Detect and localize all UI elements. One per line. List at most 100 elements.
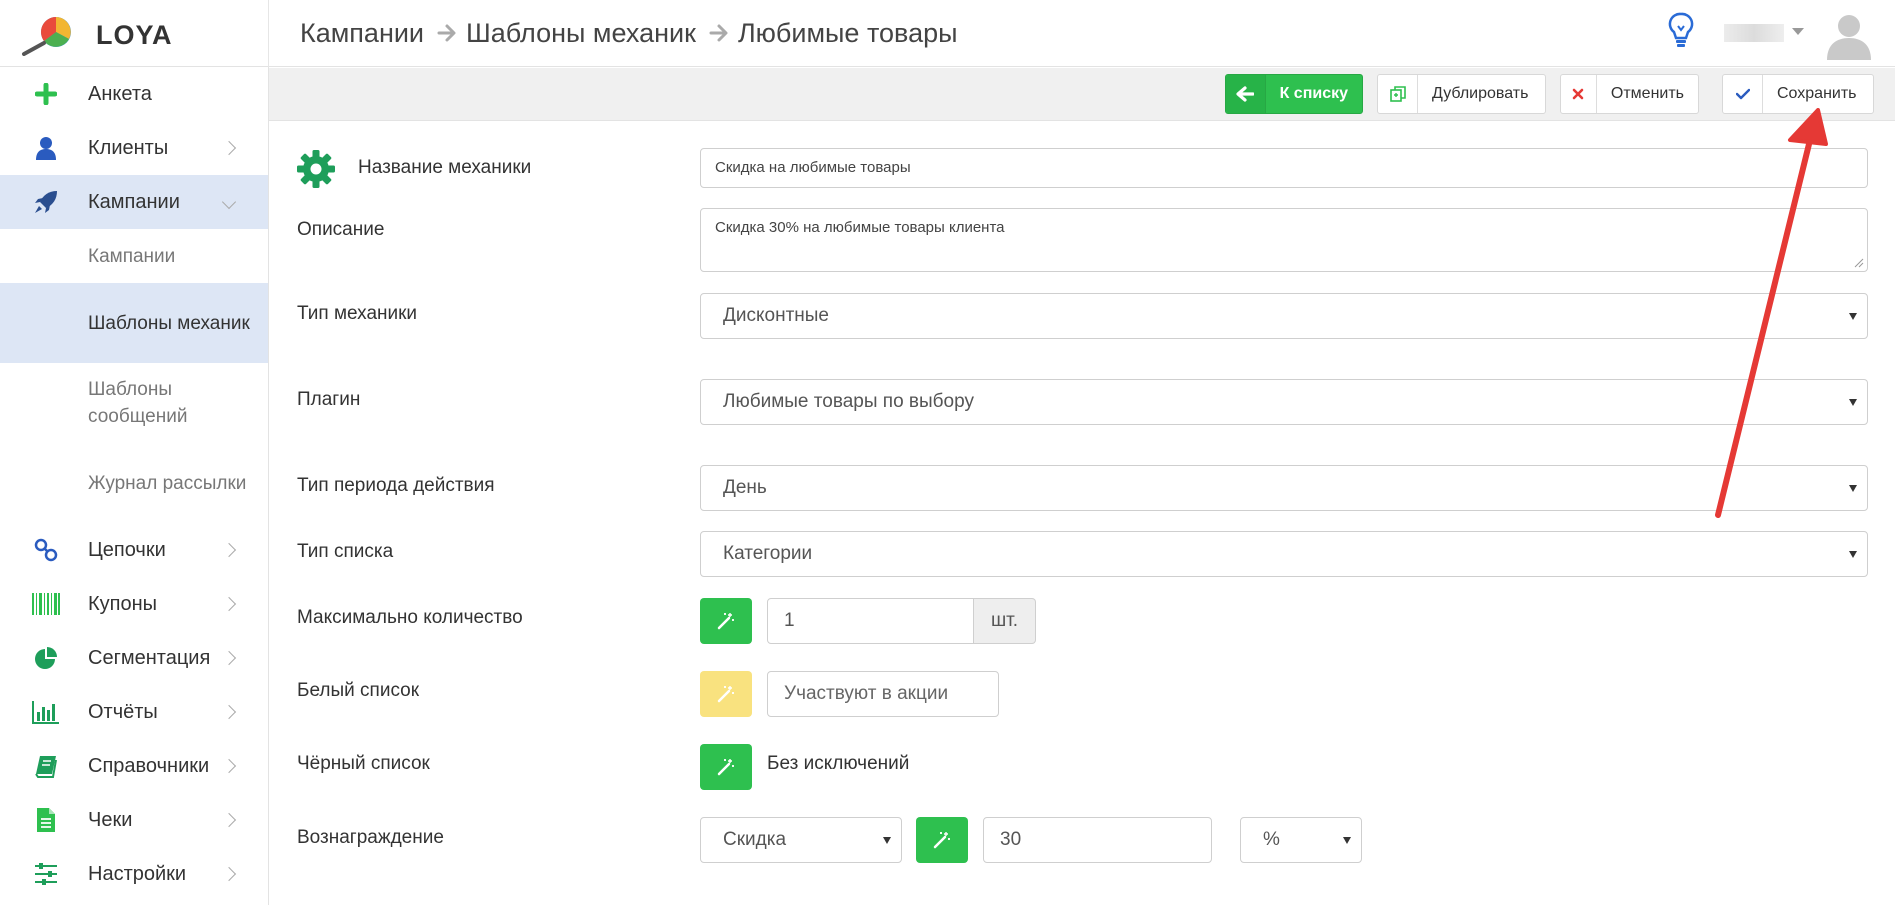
sidebar-item-campaigns[interactable]: Кампании [0,175,268,229]
blacklist-value: Без исключений [767,753,910,774]
magic-wand-icon [717,613,734,630]
list-type-select[interactable]: Категории [700,531,1868,577]
sidebar-item-label: Купоны [88,592,158,615]
mechanic-type-select[interactable]: Дисконтные [700,293,1868,339]
sidebar-item-questionnaire[interactable]: Анкета [0,67,268,121]
list-type-label: Тип списка [297,541,394,562]
plus-icon [32,80,60,108]
logo-text: LOYA [96,20,173,50]
chevron-right-icon [221,542,237,558]
reward-type-select[interactable]: Скидка [700,817,902,863]
sidebar-subitem-label: Шаблоны механик [88,312,250,334]
whitelist-label: Белый список [297,680,420,701]
list-type-value: Категории [723,543,813,564]
max-quantity-label: Максимально количество [297,607,523,628]
back-to-list-button[interactable]: К списку [1225,74,1363,114]
chevron-down-icon[interactable] [1792,28,1804,35]
sliders-icon [32,860,60,888]
magic-wand-button[interactable] [700,598,752,644]
sidebar-item-segmentation[interactable]: Сегментация [0,631,268,685]
sidebar-subitem-label: Журнал рассылки [88,472,247,494]
sidebar-item-receipts[interactable]: Чеки [0,793,268,847]
sidebar-subitem-campaigns[interactable]: Кампании [0,229,268,283]
chevron-right-icon [221,704,237,720]
quantity-unit-addon: шт. [974,598,1036,644]
plugin-value: Любимые товары по выбору [723,391,974,412]
period-type-label: Тип периода действия [297,475,495,496]
bar-chart-icon [32,698,60,726]
whitelist-wand-button[interactable] [700,671,752,717]
duplicate-label: Дублировать [1432,85,1529,102]
chevron-down-icon [221,194,237,210]
dropdown-caret-icon [1849,485,1857,492]
breadcrumb-templates[interactable]: Шаблоны механик [466,18,696,49]
sidebar-item-coupons[interactable]: Купоны [0,577,268,631]
arrow-left-icon [1226,75,1266,113]
barcode-icon [32,590,60,618]
dropdown-caret-icon [1343,837,1351,844]
magic-wand-icon [717,686,734,703]
resize-handle-icon[interactable] [1854,258,1864,268]
checkmark-icon [1723,75,1763,113]
reward-label: Вознаграждение [297,827,444,848]
pie-chart-icon [32,644,60,672]
save-label: Сохранить [1777,85,1857,102]
sidebar-item-label: Сегментация [88,646,211,669]
book-icon [32,752,60,780]
reward-amount-input[interactable]: 30 [983,817,1212,863]
period-type-value: День [723,477,767,498]
logo-icon[interactable] [20,14,76,56]
dropdown-caret-icon [1849,551,1857,558]
reward-type-value: Скидка [723,829,787,850]
reward-unit-value: % [1263,829,1280,850]
plugin-select[interactable]: Любимые товары по выбору [700,379,1868,425]
user-icon [32,134,60,162]
sidebar-item-clients[interactable]: Клиенты [0,121,268,175]
duplicate-button[interactable]: Дублировать [1377,74,1546,114]
sidebar-item-label: Справочники [88,754,210,777]
top-header: LOYA Кампании Шаблоны механик Любимые то… [0,0,1895,67]
arrow-right-icon [709,24,728,42]
description-textarea[interactable]: Скидка 30% на любимые товары клиента [700,208,1868,272]
chevron-right-icon [221,758,237,774]
user-name[interactable] [1724,24,1784,42]
dropdown-caret-icon [1849,313,1857,320]
save-button[interactable]: Сохранить [1722,74,1874,114]
link-icon [32,536,60,564]
breadcrumb-campaigns[interactable]: Кампании [300,18,424,49]
chevron-right-icon [221,596,237,612]
mechanic-name-value: Скидка на любимые товары [715,159,911,176]
sidebar-subitem-mailing-log[interactable]: Журнал рассылки [0,443,268,523]
mechanic-name-input[interactable]: Скидка на любимые товары [700,148,1868,188]
sidebar-item-directories[interactable]: Справочники [0,739,268,793]
chevron-right-icon [221,812,237,828]
period-type-select[interactable]: День [700,465,1868,511]
reward-amount-value: 30 [1000,829,1022,850]
sidebar-subitem-message-templates[interactable]: Шаблоны сообщений [0,363,268,443]
max-quantity-input[interactable]: 1 [767,598,974,644]
avatar[interactable] [1823,8,1875,60]
lightbulb-icon[interactable] [1668,12,1694,50]
description-value: Скидка 30% на любимые товары клиента [715,219,1005,236]
mechanic-name-label: Название механики [358,157,532,178]
breadcrumb-current: Любимые товары [737,17,958,48]
reward-unit-select[interactable]: % [1240,817,1362,863]
cancel-button[interactable]: Отменить [1560,74,1699,114]
rocket-icon [32,188,60,216]
blacklist-wand-button[interactable] [700,744,752,790]
gear-icon [297,150,335,188]
back-to-list-label: К списку [1279,85,1348,102]
sidebar-subitem-label: Кампании [88,245,176,267]
sidebar-item-label: Настройки [88,862,187,885]
sidebar-item-settings[interactable]: Настройки [0,847,268,901]
cancel-label: Отменить [1610,85,1684,102]
copy-icon [1378,75,1418,113]
sidebar-subitem-mechanic-templates[interactable]: Шаблоны механик [0,283,268,363]
sidebar-item-chains[interactable]: Цепочки [0,523,268,577]
reward-wand-button[interactable] [916,817,968,863]
magic-wand-icon [933,832,950,849]
whitelist-input[interactable]: Участвуют в акции [767,671,999,717]
sidebar-item-label: Отчёты [88,700,158,723]
sidebar-item-label: Анкета [88,82,152,105]
sidebar-item-reports[interactable]: Отчёты [0,685,268,739]
